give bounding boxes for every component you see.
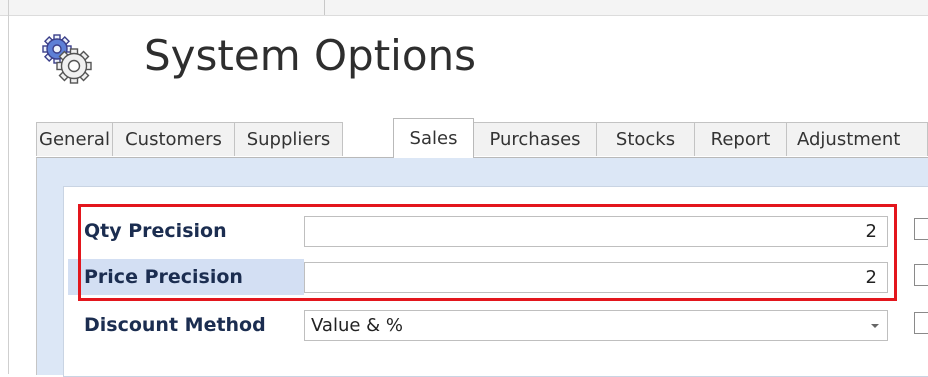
page-title: System Options <box>144 31 477 80</box>
discount-method-checkbox[interactable] <box>914 312 928 334</box>
dropdown-arrow-icon[interactable] <box>871 324 879 328</box>
tab-sales[interactable]: Sales <box>393 118 474 158</box>
tab-suppliers[interactable]: Suppliers <box>234 122 343 156</box>
price-precision-checkbox[interactable] <box>914 264 928 286</box>
sales-options-group: Qty Precision 2 Price Precision 2 Discou… <box>63 186 928 377</box>
tab-purchases[interactable]: Purchases <box>473 122 597 156</box>
window-left-border <box>8 0 9 374</box>
price-precision-value: 2 <box>865 267 877 288</box>
tab-customers[interactable]: Customers <box>112 122 235 156</box>
discount-method-select[interactable]: Value & % <box>304 310 888 341</box>
tab-stocks[interactable]: Stocks <box>596 122 695 156</box>
discount-method-row: Discount Method Value & % <box>64 307 928 343</box>
qty-precision-label: Qty Precision <box>84 220 227 242</box>
discount-method-value: Value & % <box>311 315 404 336</box>
price-precision-row: Price Precision 2 <box>64 259 928 295</box>
price-precision-input[interactable]: 2 <box>304 262 888 293</box>
qty-precision-input[interactable]: 2 <box>304 216 888 247</box>
top-strip-border <box>0 15 928 16</box>
price-precision-label: Price Precision <box>84 266 243 288</box>
discount-method-label: Discount Method <box>84 314 266 336</box>
qty-precision-row: Qty Precision 2 <box>64 213 928 249</box>
top-strip-separator <box>324 0 325 16</box>
qty-precision-value: 2 <box>865 221 877 242</box>
tab-report[interactable]: Report <box>694 122 787 156</box>
top-strip <box>0 0 928 16</box>
qty-precision-checkbox[interactable] <box>914 218 928 240</box>
tab-general[interactable]: General <box>36 122 113 156</box>
sales-tab-panel: Qty Precision 2 Price Precision 2 Discou… <box>36 157 928 377</box>
tab-adjustment[interactable]: Adjustment <box>786 122 928 156</box>
gears-icon <box>42 34 92 84</box>
